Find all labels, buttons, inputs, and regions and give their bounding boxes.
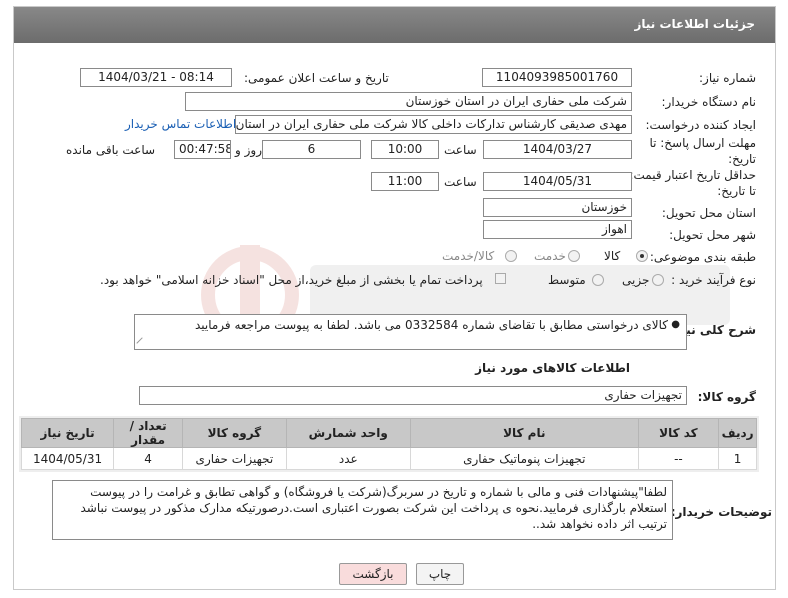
reply-deadline-time: 10:00	[371, 140, 439, 159]
treasury-payment-checkbox[interactable]	[495, 273, 506, 284]
goods-group-label: گروه کالا:	[697, 390, 756, 404]
back-button[interactable]: بازگشت	[339, 563, 407, 585]
resize-grip-icon[interactable]	[136, 337, 148, 349]
col-qty: تعداد / مقدار	[113, 418, 184, 448]
purchase-medium-radio[interactable]	[592, 274, 604, 286]
delivery-province-field: خوزستان	[483, 198, 632, 217]
need-number-field: 1104093985001760	[482, 68, 632, 87]
cell-unit: عدد	[285, 447, 411, 470]
remaining-label: ساعت باقی مانده	[66, 143, 156, 157]
panel-title: جزئیات اطلاعات نیاز	[634, 17, 755, 31]
cell-qty: 4	[113, 447, 184, 470]
category-goods-service-radio[interactable]	[505, 250, 517, 262]
purchase-medium-label: متوسط	[548, 273, 586, 287]
buyer-notes-text: لطفا"پیشنهادات فنی و مالی با شماره و تار…	[80, 485, 668, 531]
category-label: طبقه بندی موضوعی:	[649, 250, 756, 264]
bullet-icon: ●	[671, 319, 680, 330]
price-validity-time-label: ساعت	[444, 175, 477, 189]
category-service-label: خدمت	[534, 249, 566, 263]
cell-row: 1	[718, 447, 757, 470]
cell-name: تجهیزات پنوماتیک حفاری	[409, 447, 639, 470]
buyer-org-label: نام دستگاه خریدار:	[661, 95, 757, 109]
price-validity-label: حداقل تاریخ اعتبار قیمت:	[629, 168, 756, 182]
days-label: روز و	[235, 143, 262, 157]
price-validity-label-2: تا تاریخ:	[717, 184, 756, 198]
col-row: ردیف	[718, 418, 757, 448]
goods-table: ردیف کد کالا نام کالا واحد شمارش گروه کا…	[20, 418, 757, 470]
category-goods-radio[interactable]	[636, 250, 648, 262]
col-group: گروه کالا	[182, 418, 287, 448]
col-code: کد کالا	[637, 418, 720, 448]
announce-datetime-label: تاریخ و ساعت اعلان عمومی:	[244, 71, 389, 85]
need-number-label: شماره نیاز:	[699, 71, 756, 85]
reply-deadline-label-2: تاریخ:	[728, 152, 756, 166]
treasury-payment-note: پرداخت تمام یا بخشی از مبلغ خرید،از محل …	[100, 273, 483, 287]
announce-datetime-field: 1404/03/21 - 08:14	[80, 68, 232, 87]
delivery-city-label: شهر محل تحویل:	[669, 228, 756, 242]
cell-code: --	[637, 447, 720, 470]
buyer-notes-label: توضیحات خریدار:	[670, 505, 772, 519]
delivery-province-label: استان محل تحویل:	[661, 206, 756, 220]
general-description-box: ● کالای درخواستی مطابق با تقاضای شماره 0…	[134, 314, 687, 350]
reply-deadline-date: 1404/03/27	[483, 140, 632, 159]
delivery-city-field: اهواز	[483, 220, 632, 239]
panel-header: جزئیات اطلاعات نیاز	[14, 7, 775, 43]
purchase-minor-label: جزیی	[622, 273, 650, 287]
reply-deadline-label: مهلت ارسال پاسخ: تا	[649, 136, 756, 150]
remaining-days: 6	[262, 140, 361, 159]
remaining-time: 00:47:58	[174, 140, 231, 159]
col-unit: واحد شمارش	[285, 418, 411, 448]
table-row: 1 -- تجهیزات پنوماتیک حفاری عدد تجهیزات …	[20, 447, 757, 470]
col-name: نام کالا	[409, 418, 639, 448]
price-validity-date: 1404/05/31	[483, 172, 632, 191]
cell-group: تجهیزات حفاری	[182, 447, 287, 470]
category-goods-label: کالا	[604, 249, 621, 263]
reply-time-label: ساعت	[444, 143, 477, 157]
purchase-type-label: نوع فرآیند خرید :	[671, 273, 756, 287]
buyer-org-field: شرکت ملی حفاری ایران در استان خوزستان	[185, 92, 632, 111]
col-date: تاریخ نیاز	[20, 418, 115, 448]
buyer-notes-box: لطفا"پیشنهادات فنی و مالی با شماره و تار…	[52, 480, 673, 540]
price-validity-time: 11:00	[371, 172, 439, 191]
goods-table-header: ردیف کد کالا نام کالا واحد شمارش گروه کا…	[20, 418, 757, 448]
cell-date: 1404/05/31	[20, 447, 115, 470]
print-button[interactable]: چاپ	[416, 563, 464, 585]
purchase-minor-radio[interactable]	[652, 274, 664, 286]
buyer-contact-link[interactable]: اطلاعات تماس خریدار	[125, 117, 236, 131]
requester-field: مهدی صدیقی کارشناس تدارکات داخلی کالا شر…	[235, 115, 632, 134]
goods-section-title: اطلاعات کالاهای مورد نیاز	[475, 361, 630, 375]
general-description-text: کالای درخواستی مطابق با تقاضای شماره 033…	[194, 318, 668, 332]
category-service-radio[interactable]	[568, 250, 580, 262]
goods-group-field: تجهیزات حفاری	[139, 386, 687, 405]
requester-label: ایجاد کننده درخواست:	[645, 118, 756, 132]
category-goods-service-label: کالا/خدمت	[442, 249, 495, 263]
